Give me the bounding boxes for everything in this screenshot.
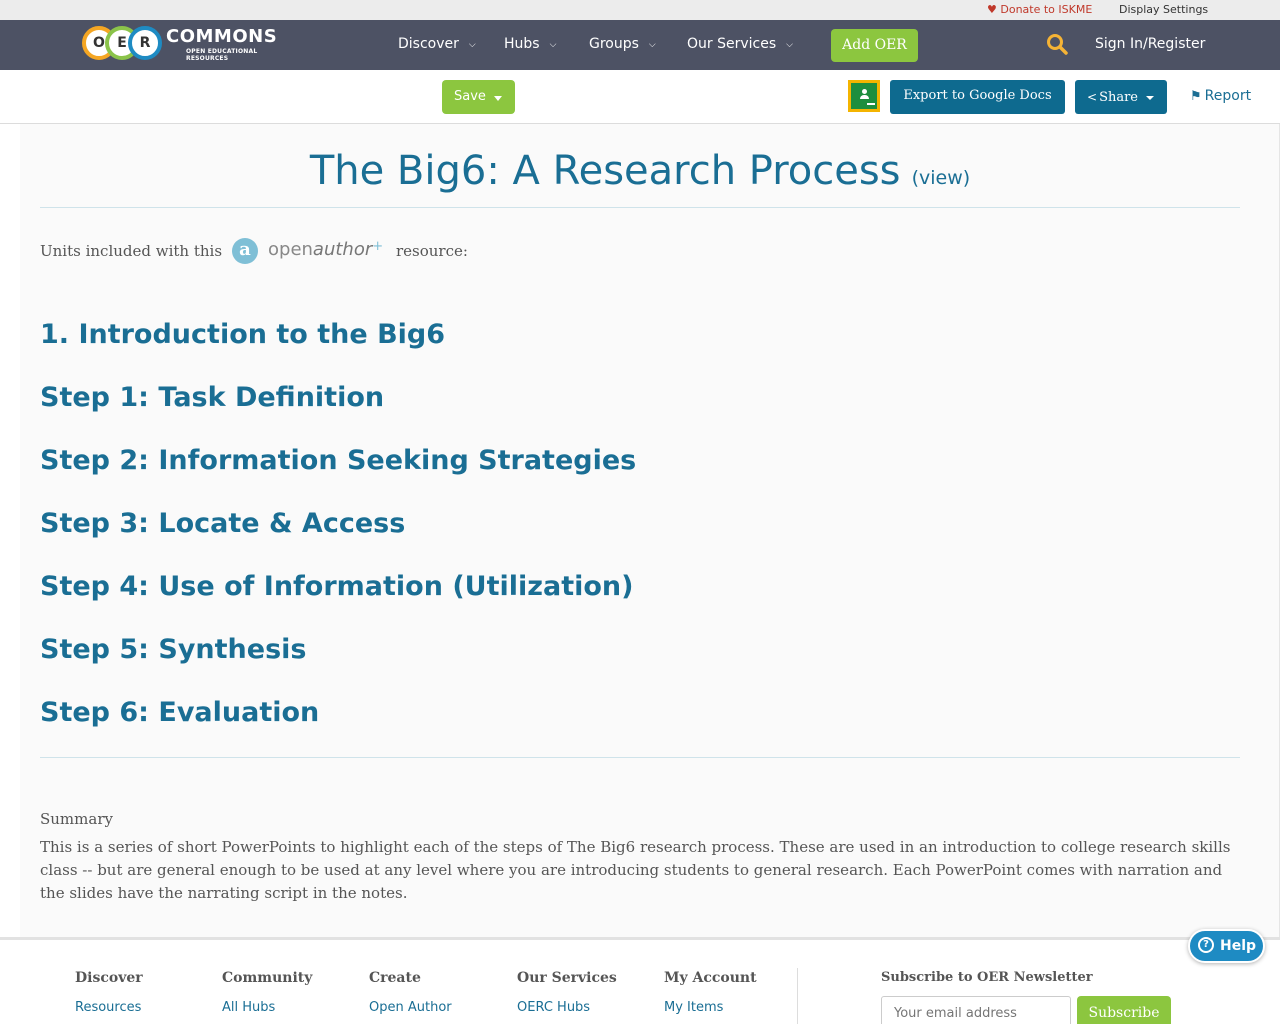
- add-oer-button[interactable]: Add OER: [831, 29, 918, 62]
- footer-heading-our-services: Our Services: [517, 970, 617, 986]
- footer-link-all-hubs[interactable]: All Hubs: [222, 1000, 312, 1015]
- help-label: Help: [1220, 938, 1257, 954]
- donate-link[interactable]: ♥ Donate to ISKME: [987, 3, 1092, 16]
- footer-divider: [797, 968, 798, 1024]
- nav-hubs[interactable]: Hubs ⌵: [504, 36, 556, 52]
- main-nav: O E R COMMONS OPEN EDUCATIONAL RESOURCES…: [0, 20, 1280, 70]
- summary-label: Summary: [40, 810, 113, 828]
- report-label: Report: [1204, 88, 1252, 104]
- nav-hubs-label: Hubs: [504, 36, 540, 52]
- resource-content: The Big6: A Research Process (view) Unit…: [20, 124, 1280, 937]
- unit-link-step-4[interactable]: Step 4: Use of Information (Utilization): [40, 566, 1040, 629]
- resource-toolbar: Save Export to Google Docs < Share ⚑ Repor…: [0, 70, 1280, 124]
- footer-heading-create: Create: [369, 970, 421, 986]
- save-button[interactable]: Save: [442, 80, 515, 114]
- units-list: 1. Introduction to the Big6 Step 1: Task…: [40, 314, 1040, 755]
- share-label: Share: [1099, 90, 1138, 105]
- report-link[interactable]: ⚑ Report: [1190, 88, 1251, 104]
- summary-text: This is a series of short PowerPoints to…: [40, 838, 1231, 902]
- save-label: Save: [454, 89, 486, 104]
- footer-heading-community: Community: [222, 970, 313, 986]
- title-row: The Big6: A Research Process (view): [40, 148, 1240, 208]
- chevron-down-icon: ⌵: [648, 40, 656, 50]
- nav-our-services[interactable]: Our Services ⌵: [687, 36, 793, 52]
- nav-groups-label: Groups: [589, 36, 639, 52]
- footer-heading-my-account: My Account: [664, 970, 757, 986]
- footer: Discover Resources Community All Hubs Cr…: [0, 937, 1280, 1024]
- oer-commons-logo[interactable]: O E R COMMONS OPEN EDUCATIONAL RESOURCES: [82, 26, 292, 62]
- logo-letter-r: R: [128, 26, 162, 60]
- chevron-down-icon: ⌵: [549, 40, 557, 50]
- sign-in-register-link[interactable]: Sign In/Register: [1095, 36, 1205, 52]
- heart-icon: ♥: [987, 3, 997, 16]
- footer-link-my-items[interactable]: My Items: [664, 1000, 757, 1015]
- nav-our-services-label: Our Services: [687, 36, 777, 52]
- footer-col-our-services: Our Services OERC Hubs: [517, 970, 617, 1015]
- logo-tagline: OPEN EDUCATIONAL RESOURCES: [186, 48, 258, 62]
- footer-link-oerc-hubs[interactable]: OERC Hubs: [517, 1000, 617, 1015]
- footer-col-my-account: My Account My Items: [664, 970, 757, 1015]
- footer-col-discover: Discover Resources: [75, 970, 143, 1015]
- openauthor-mark-icon: a: [232, 238, 258, 264]
- unit-link-step-1[interactable]: Step 1: Task Definition: [40, 377, 1040, 440]
- units-prefix: Units included with this: [40, 242, 223, 260]
- nav-discover[interactable]: Discover ⌵: [398, 36, 476, 52]
- newsletter-signup: Subscribe to OER Newsletter Subscribe: [881, 970, 1171, 1024]
- newsletter-email-input[interactable]: [881, 996, 1071, 1024]
- donate-label: Donate to ISKME: [1000, 3, 1093, 16]
- page-title: The Big6: A Research Process: [309, 148, 901, 194]
- search-icon[interactable]: [1046, 33, 1068, 55]
- footer-link-open-author[interactable]: Open Author: [369, 1000, 452, 1015]
- chevron-down-icon: ⌵: [468, 40, 476, 50]
- unit-link-step-3[interactable]: Step 3: Locate & Access: [40, 503, 1040, 566]
- subscribe-button[interactable]: Subscribe: [1077, 996, 1171, 1024]
- utility-bar: ♥ Donate to ISKME Display Settings: [0, 0, 1280, 20]
- unit-link-step-5[interactable]: Step 5: Synthesis: [40, 629, 1040, 692]
- newsletter-heading: Subscribe to OER Newsletter: [881, 970, 1093, 985]
- flag-icon: ⚑: [1190, 89, 1202, 104]
- openauthor-logo: a openauthor+: [232, 236, 384, 266]
- display-settings-link[interactable]: Display Settings: [1119, 3, 1208, 16]
- unit-link-step-6[interactable]: Step 6: Evaluation: [40, 692, 1040, 755]
- share-icon: <: [1087, 90, 1098, 104]
- export-google-docs-button[interactable]: Export to Google Docs: [890, 80, 1065, 114]
- caret-down-icon: [1146, 96, 1154, 100]
- chevron-down-icon: ⌵: [786, 40, 793, 50]
- footer-link-resources[interactable]: Resources: [75, 1000, 143, 1015]
- footer-col-create: Create Open Author: [369, 970, 452, 1015]
- caret-down-icon: [494, 96, 502, 101]
- help-icon: ?: [1198, 937, 1214, 953]
- logo-word: COMMONS: [166, 26, 278, 47]
- unit-link-step-2[interactable]: Step 2: Information Seeking Strategies: [40, 440, 1040, 503]
- help-button[interactable]: ? Help: [1188, 929, 1265, 963]
- footer-col-community: Community All Hubs: [222, 970, 312, 1015]
- divider: [40, 757, 1240, 758]
- nav-groups[interactable]: Groups ⌵: [589, 36, 656, 52]
- units-suffix: resource:: [396, 242, 468, 260]
- share-button[interactable]: < Share: [1075, 80, 1167, 114]
- footer-heading-discover: Discover: [75, 970, 143, 986]
- google-classroom-icon[interactable]: [848, 80, 880, 112]
- unit-link-introduction[interactable]: 1. Introduction to the Big6: [40, 314, 1040, 377]
- nav-discover-label: Discover: [398, 36, 459, 52]
- view-link[interactable]: (view): [912, 167, 971, 189]
